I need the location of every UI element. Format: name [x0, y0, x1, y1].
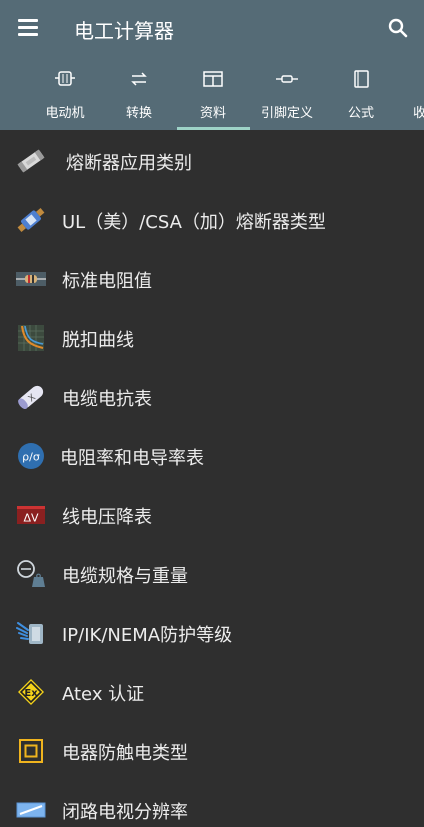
list-item-voltage-drop[interactable]: ΔV 线电压降表: [0, 485, 424, 544]
tab-home[interactable]: 页: [0, 56, 14, 130]
list-item-cctv-resolution[interactable]: 闭路电视分辨率: [0, 780, 424, 827]
menu-icon[interactable]: [18, 18, 40, 38]
list-item-label: 脱扣曲线: [62, 330, 134, 351]
list-item-resistivity[interactable]: ρ/σ 电阻率和电导率表: [0, 426, 424, 485]
list-item-trip-curves[interactable]: 脱扣曲线: [0, 308, 424, 367]
tab-formula[interactable]: 公式: [324, 56, 398, 130]
list-item-label: Atex 认证: [62, 684, 145, 705]
fuse-pin-icon: [276, 70, 298, 88]
list-item-label: 电缆规格与重量: [62, 566, 188, 587]
list-item-label: 电缆电抗表: [62, 389, 152, 410]
list-item-label: IP/IK/NEMA防护等级: [62, 625, 233, 646]
resistor-icon: [16, 264, 46, 294]
convert-icon: [128, 70, 150, 88]
trip-curve-icon: [16, 323, 46, 353]
list-item-label: 闭路电视分辨率: [62, 802, 188, 823]
tab-reference[interactable]: 资料: [176, 56, 250, 130]
tab-label: 公式: [347, 106, 374, 121]
list-item-label: 标准电阻值: [62, 271, 152, 292]
tab-label: 资料: [199, 106, 226, 121]
voltage-drop-glyph: ΔV: [23, 512, 39, 525]
cable-reactance-icon: X: [16, 382, 46, 412]
tab-bar: 页 电动机 转换 资料 引脚定义 公式 收: [0, 56, 424, 130]
reference-list[interactable]: 熔断器应用类别 UL（美）/CSA（加）熔断器类型 标准电阻值 脱扣曲线 X 电…: [0, 131, 424, 827]
atex-icon: Ex: [16, 677, 46, 707]
tab-label: 转换: [125, 106, 152, 121]
list-item-fuse-category[interactable]: 熔断器应用类别: [0, 131, 424, 190]
list-item-label: 电器防触电类型: [62, 743, 188, 764]
search-icon[interactable]: [386, 16, 410, 40]
list-item-resistor-values[interactable]: 标准电阻值: [0, 249, 424, 308]
app-bar: 电工计算器: [0, 0, 424, 56]
table-icon: [202, 70, 224, 88]
book-icon: [350, 70, 372, 88]
list-item-cable-reactance[interactable]: X 电缆电抗表: [0, 367, 424, 426]
cctv-icon: [16, 795, 46, 825]
protection-icon: [16, 618, 46, 648]
list-item-label: 线电压降表: [62, 507, 152, 528]
voltage-drop-icon: ΔV: [16, 500, 46, 530]
app-title: 电工计算器: [74, 19, 174, 43]
cable-weight-icon: [16, 559, 46, 589]
motor-icon: [54, 70, 76, 88]
double-insulation-icon: [16, 736, 46, 766]
list-item-shock-protection[interactable]: 电器防触电类型: [0, 721, 424, 780]
list-item-label: UL（美）/CSA（加）熔断器类型: [62, 212, 326, 233]
list-item-label: 电阻率和电导率表: [60, 448, 204, 469]
list-item-ul-csa-fuse[interactable]: UL（美）/CSA（加）熔断器类型: [0, 190, 424, 249]
fuse-icon: [16, 146, 46, 176]
list-item-protection-rating[interactable]: IP/IK/NEMA防护等级: [0, 603, 424, 662]
resistivity-glyph: ρ/σ: [22, 451, 40, 464]
tab-label: 页: [0, 102, 14, 121]
tab-pinout[interactable]: 引脚定义: [250, 56, 324, 130]
tab-label: 电动机: [45, 106, 85, 121]
resistivity-icon: ρ/σ: [16, 441, 46, 471]
tab-indicator: [177, 127, 250, 130]
list-item-label: 熔断器应用类别: [66, 153, 192, 174]
tab-label: 收: [413, 106, 424, 121]
atex-glyph: Ex: [24, 688, 38, 699]
fuse-blue-icon: [16, 205, 46, 235]
tab-motor[interactable]: 电动机: [28, 56, 102, 130]
tab-convert[interactable]: 转换: [102, 56, 176, 130]
list-item-atex[interactable]: Ex Atex 认证: [0, 662, 424, 721]
tab-label: 引脚定义: [260, 106, 313, 121]
list-item-cable-weight[interactable]: 电缆规格与重量: [0, 544, 424, 603]
tab-favorites[interactable]: 收: [398, 56, 424, 130]
